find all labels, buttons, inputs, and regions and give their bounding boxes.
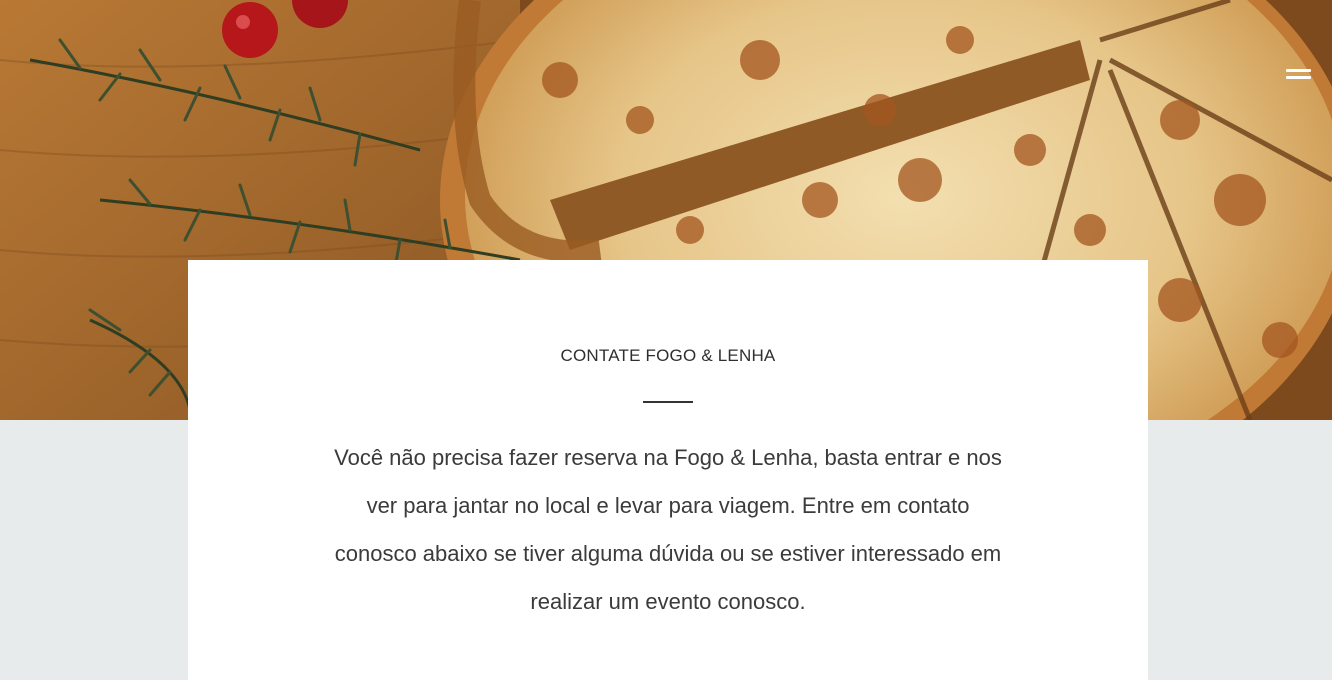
contact-card: CONTATE FOGO & LENHA Você não precisa fa… <box>188 260 1148 680</box>
contact-description: Você não precisa fazer reserva na Fogo &… <box>334 445 1002 614</box>
hamburger-menu-icon[interactable] <box>1286 64 1314 84</box>
contact-title: CONTATE FOGO & LENHA <box>560 346 776 365</box>
title-divider <box>643 401 693 403</box>
